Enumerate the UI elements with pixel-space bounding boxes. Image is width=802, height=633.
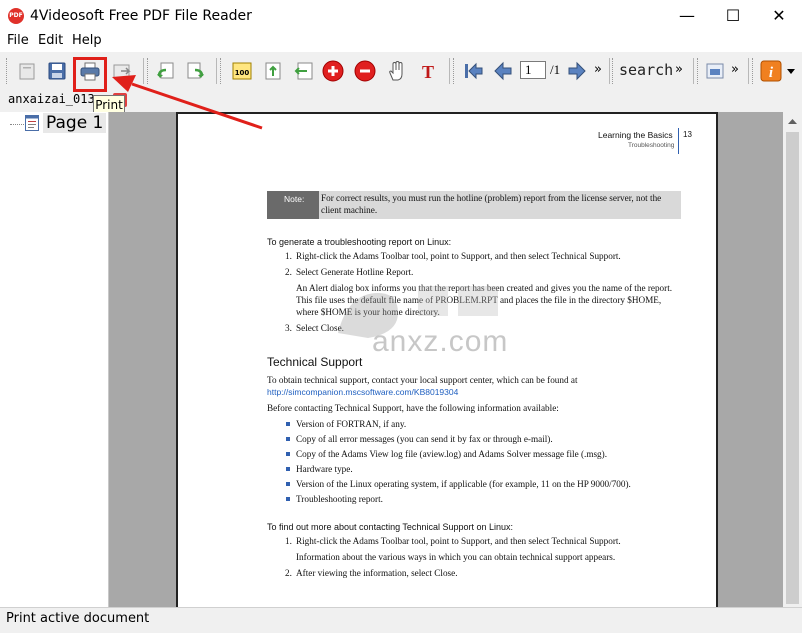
window-title: 4Videosoft Free PDF File Reader xyxy=(30,8,252,24)
bullet-item: Hardware type. xyxy=(296,464,353,474)
toolbar-grip[interactable] xyxy=(612,58,616,84)
toolbar-grip[interactable] xyxy=(147,58,151,84)
page-tree-panel xyxy=(0,112,109,607)
svg-text:T: T xyxy=(422,62,434,82)
rotate-left-icon[interactable] xyxy=(155,60,177,82)
support-link[interactable]: http://simcompanion.mscsoftware.com/KB80… xyxy=(267,387,458,397)
bullet-item: Version of FORTRAN, if any. xyxy=(296,419,407,429)
toolbar-grip[interactable] xyxy=(453,58,457,84)
bullet-marker xyxy=(286,452,290,456)
bullet-item: Version of the Linux operating system, i… xyxy=(296,479,631,489)
paragraph: Before contacting Technical Support, hav… xyxy=(267,403,559,413)
more-intro: To find out more about contacting Techni… xyxy=(267,522,513,532)
step-number: 1. xyxy=(285,536,292,546)
app-pdf-icon: PDF xyxy=(8,8,24,24)
document-tab[interactable]: anxaizai_013. xyxy=(8,92,102,110)
step-number: 1. xyxy=(285,251,292,261)
print-highlight-box xyxy=(73,57,107,92)
zoom-in-icon[interactable] xyxy=(322,60,344,82)
sidebar-page-1[interactable]: Page 1 xyxy=(43,113,107,133)
note-text: For correct results, you must run the ho… xyxy=(321,193,662,203)
tools-overflow-chevron[interactable]: » xyxy=(731,62,739,77)
info-icon[interactable]: i xyxy=(760,60,782,82)
toolbar-grip[interactable] xyxy=(6,58,10,84)
rotate-right-icon[interactable] xyxy=(184,60,206,82)
step-text: Right-click the Adams Toolbar tool, poin… xyxy=(296,251,621,261)
export-icon[interactable] xyxy=(111,60,133,82)
toolbar: 100 T » » » i xyxy=(0,52,802,91)
step-description: Information about the various ways in wh… xyxy=(296,552,616,562)
scrollbar-thumb[interactable] xyxy=(786,132,799,604)
actual-size-icon[interactable]: 100 xyxy=(231,60,253,82)
bullet-marker xyxy=(286,422,290,426)
step-number: 3. xyxy=(285,323,292,333)
minimize-button[interactable]: — xyxy=(664,0,710,32)
running-head: Learning the Basics xyxy=(598,130,673,140)
snapshot-icon[interactable] xyxy=(704,60,726,82)
dropdown-arrow-icon[interactable] xyxy=(786,68,796,76)
note-text: client machine. xyxy=(321,205,378,215)
paragraph: To obtain technical support, contact you… xyxy=(267,375,578,385)
zoom-out-icon[interactable] xyxy=(354,60,376,82)
save-icon[interactable] xyxy=(46,60,68,82)
page-number: 13 xyxy=(683,130,692,139)
bullet-marker xyxy=(286,467,290,471)
text-select-icon[interactable]: T xyxy=(417,60,439,82)
linux-intro: To generate a troubleshooting report on … xyxy=(267,237,452,247)
bullet-item: Copy of all error messages (you can send… xyxy=(296,434,553,444)
toolbar-grip[interactable] xyxy=(220,58,224,84)
page-total: /1 xyxy=(550,62,561,77)
bullet-marker xyxy=(286,482,290,486)
hand-tool-icon[interactable] xyxy=(386,60,408,82)
close-button[interactable]: ✕ xyxy=(756,0,802,32)
menu-file[interactable]: File xyxy=(7,33,29,48)
watermark-text: anxz.com xyxy=(372,325,509,358)
first-page-icon[interactable] xyxy=(462,60,484,82)
toolbar-grip[interactable] xyxy=(752,58,756,84)
bullet-marker xyxy=(286,497,290,501)
pdf-page: Learning the Basics Troubleshooting 13 N… xyxy=(176,112,718,607)
page-number-input[interactable]: 1 xyxy=(520,61,546,79)
menu-bar: File Edit Help xyxy=(0,32,802,52)
step-number: 2. xyxy=(285,568,292,578)
page-thumbnail-icon xyxy=(25,115,39,131)
header-rule xyxy=(678,128,679,154)
bullet-item: Troubleshooting report. xyxy=(296,494,383,504)
open-file-icon[interactable] xyxy=(16,60,38,82)
step-text: Select Generate Hotline Report. xyxy=(296,267,414,277)
svg-text:100: 100 xyxy=(235,69,250,77)
bullet-item: Copy of the Adams View log file (aview.l… xyxy=(296,449,607,459)
search-button[interactable]: search xyxy=(619,61,673,79)
maximize-button[interactable]: ☐ xyxy=(710,0,756,32)
menu-edit[interactable]: Edit xyxy=(38,33,63,48)
note-label: Note: xyxy=(284,194,305,204)
fit-width-icon[interactable] xyxy=(292,60,314,82)
next-page-icon[interactable] xyxy=(566,60,588,82)
status-text: Print active document xyxy=(6,611,150,626)
step-text: Right-click the Adams Toolbar tool, poin… xyxy=(296,536,621,546)
scroll-up-icon[interactable] xyxy=(788,118,797,124)
title-bar: PDF 4Videosoft Free PDF File Reader — ☐ … xyxy=(0,0,802,32)
step-number: 2. xyxy=(285,267,292,277)
previous-page-icon[interactable] xyxy=(492,60,514,82)
search-overflow-chevron[interactable]: » xyxy=(675,62,683,77)
fit-page-icon[interactable] xyxy=(262,60,284,82)
toolbar-overflow-chevron[interactable]: » xyxy=(594,62,602,77)
toolbar-grip[interactable] xyxy=(697,58,701,84)
tree-connector xyxy=(10,124,24,125)
step-text: After viewing the information, select Cl… xyxy=(296,568,458,578)
bullet-marker xyxy=(286,437,290,441)
running-subhead: Troubleshooting xyxy=(628,142,675,149)
menu-help[interactable]: Help xyxy=(72,33,102,48)
